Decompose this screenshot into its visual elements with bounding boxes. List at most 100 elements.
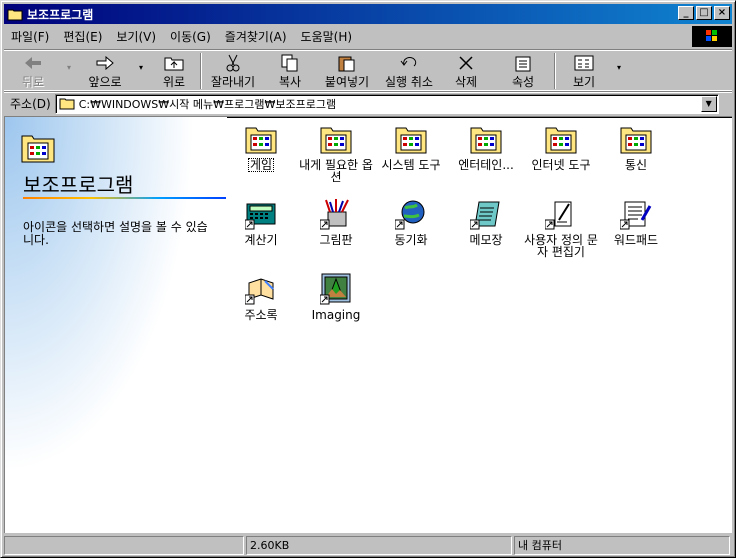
address-label: 주소(D) (10, 97, 51, 111)
properties-label: 속성 (511, 75, 535, 89)
menu-bar: 파일(F) 편집(E) 보기(V) 이동(G) 즐겨찾기(A) 도움말(H) (4, 25, 732, 47)
address-book-icon (244, 273, 277, 305)
menu-edit[interactable]: 편집(E) (56, 28, 109, 45)
calculator-icon (244, 198, 277, 230)
undo-icon (398, 53, 420, 73)
undo-button[interactable]: 실행 취소 (378, 50, 440, 90)
item-label: 워드패드 (613, 233, 659, 247)
folder-item-accessibility[interactable]: 내게 필요한 옵션 (298, 123, 374, 183)
minimize-button[interactable]: _ (678, 6, 694, 20)
menu-favorites[interactable]: 즐겨찾기(A) (218, 28, 294, 45)
item-label: 동기화 (394, 233, 428, 247)
paste-label: 붙여넣기 (324, 75, 370, 89)
folder-programs-icon (395, 123, 427, 155)
close-button[interactable]: × (714, 6, 730, 20)
shortcut-imaging[interactable]: Imaging (298, 273, 374, 321)
maximize-button[interactable]: □ (696, 6, 712, 20)
folder-item-games[interactable]: 게임 (223, 123, 299, 172)
folder-item-internet-tools[interactable]: 인터넷 도구 (523, 123, 599, 171)
standard-toolbar: 뒤로 ▾ 앞으로 ▾ 위로 잘라내기 복사 붙여넣기 실행 취소 삭제 속성 보… (4, 49, 732, 91)
status-bar: 2.60KB 내 컴퓨터 (4, 536, 732, 555)
shortcut-paint[interactable]: 그림판 (298, 198, 374, 246)
paint-icon (319, 198, 352, 230)
shortcut-calculator[interactable]: 계산기 (223, 198, 299, 246)
cut-button[interactable]: 잘라내기 (202, 50, 264, 90)
forward-label: 앞으로 (88, 75, 122, 89)
shortcut-wordpad[interactable]: 워드패드 (598, 198, 674, 246)
folder-item-communications[interactable]: 통신 (598, 123, 674, 171)
up-button[interactable]: 위로 (148, 50, 200, 90)
folder-item-entertainment[interactable]: 엔터테인... (448, 123, 524, 171)
paste-button[interactable]: 붙여넣기 (316, 50, 378, 90)
copy-label: 복사 (278, 75, 302, 89)
menu-file[interactable]: 파일(F) (4, 28, 56, 45)
back-dropdown[interactable]: ▾ (62, 50, 76, 90)
up-label: 위로 (162, 75, 186, 89)
folder-programs-icon (320, 123, 352, 155)
back-arrow-icon (22, 53, 44, 73)
copy-button[interactable]: 복사 (264, 50, 316, 90)
up-folder-icon (163, 53, 185, 73)
properties-button[interactable]: 속성 (492, 50, 554, 90)
delete-x-icon (455, 53, 477, 73)
shortcut-notepad[interactable]: 메모장 (448, 198, 524, 246)
forward-dropdown[interactable]: ▾ (134, 50, 148, 90)
window-title: 보조프로그램 (27, 7, 94, 22)
delete-button[interactable]: 삭제 (440, 50, 492, 90)
item-label: 사용자 정의 문자 편집기 (524, 233, 598, 259)
item-label: 게임 (247, 158, 275, 172)
title-bar[interactable]: 보조프로그램 _ □ × (4, 4, 732, 24)
char-editor-icon (544, 198, 577, 230)
paste-icon (336, 53, 358, 73)
synchronize-icon (394, 198, 427, 230)
folder-programs-icon (21, 131, 55, 163)
title-divider (23, 197, 226, 199)
delete-label: 삭제 (454, 75, 478, 89)
shortcut-synchronize[interactable]: 동기화 (373, 198, 449, 246)
web-view-pane: 보조프로그램 아이콘을 선택하면 설명을 볼 수 있습니다. (5, 117, 227, 533)
folder-programs-icon (545, 123, 577, 155)
back-button[interactable]: 뒤로 (4, 50, 62, 90)
views-button[interactable]: 보기 (556, 50, 612, 90)
item-label: 통신 (624, 158, 648, 172)
views-label: 보기 (572, 75, 596, 89)
cut-label: 잘라내기 (210, 75, 256, 89)
folder-icon (7, 7, 23, 21)
views-dropdown[interactable]: ▾ (612, 50, 626, 90)
windows-logo-icon (692, 26, 732, 47)
item-label: 계산기 (244, 233, 278, 247)
item-label: 내게 필요한 옵션 (299, 158, 373, 184)
views-icon (573, 53, 595, 73)
menu-help[interactable]: 도움말(H) (294, 28, 360, 45)
item-label: Imaging (311, 308, 361, 322)
forward-arrow-icon (94, 53, 116, 73)
imaging-icon (319, 273, 352, 305)
folder-view: 보조프로그램 아이콘을 선택하면 설명을 볼 수 있습니다. 게임 내게 필요한… (4, 116, 732, 533)
address-value: C:₩WINDOWS₩시작 메뉴₩프로그램₩보조프로그램 (78, 97, 337, 111)
wordpad-icon (619, 198, 652, 230)
item-label: 그림판 (319, 233, 353, 247)
address-input[interactable]: C:₩WINDOWS₩시작 메뉴₩프로그램₩보조프로그램 ▼ (54, 93, 719, 114)
item-label: 엔터테인... (458, 158, 514, 172)
folder-icon (59, 97, 75, 110)
item-label: 인터넷 도구 (531, 158, 591, 172)
address-dropdown-button[interactable]: ▼ (700, 95, 717, 112)
shortcut-char-editor[interactable]: 사용자 정의 문자 편집기 (523, 198, 599, 258)
menu-view[interactable]: 보기(V) (109, 28, 163, 45)
folder-programs-icon (620, 123, 652, 155)
item-label: 메모장 (469, 233, 503, 247)
status-location: 내 컴퓨터 (514, 536, 730, 555)
forward-button[interactable]: 앞으로 (76, 50, 134, 90)
back-label: 뒤로 (21, 75, 45, 89)
folder-title: 보조프로그램 (23, 173, 134, 197)
menu-go[interactable]: 이동(G) (163, 28, 218, 45)
scissors-icon (222, 53, 244, 73)
folder-description: 아이콘을 선택하면 설명을 볼 수 있습니다. (23, 220, 208, 247)
shortcut-address-book[interactable]: 주소록 (223, 273, 299, 321)
undo-label: 실행 취소 (385, 75, 433, 89)
folder-programs-icon (470, 123, 502, 155)
item-label: 주소록 (244, 308, 278, 322)
folder-item-system-tools[interactable]: 시스템 도구 (373, 123, 449, 171)
notepad-icon (469, 198, 502, 230)
copy-icon (279, 53, 301, 73)
